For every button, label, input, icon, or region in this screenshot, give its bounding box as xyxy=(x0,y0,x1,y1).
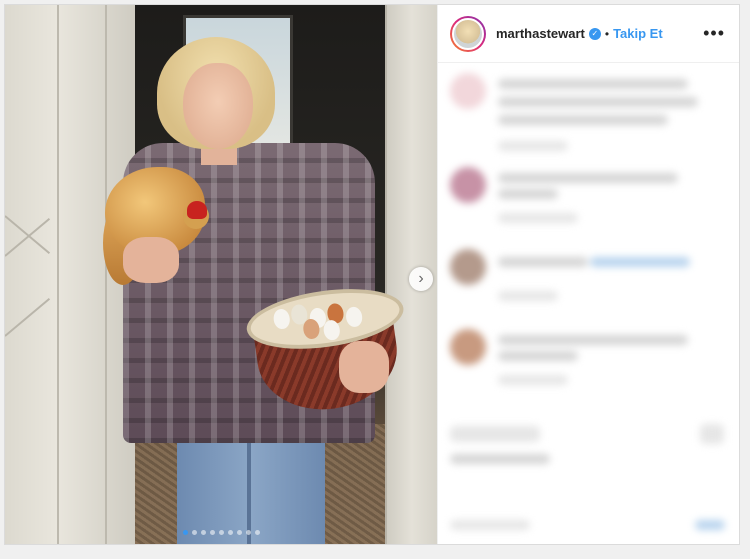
follow-button[interactable]: Takip Et xyxy=(613,26,663,41)
hen-comb xyxy=(187,201,207,219)
username-link[interactable]: marthastewart xyxy=(496,26,585,41)
list-item xyxy=(450,163,727,223)
hand-left xyxy=(123,237,179,283)
carousel-dot xyxy=(210,530,215,535)
post-actions xyxy=(450,418,727,478)
carousel-indicator xyxy=(183,530,260,535)
carousel-dot xyxy=(255,530,260,535)
more-options-icon[interactable]: ••• xyxy=(703,23,725,44)
list-item xyxy=(450,69,727,159)
avatar[interactable] xyxy=(450,15,486,52)
carousel-dot xyxy=(183,530,188,535)
post-media[interactable]: › xyxy=(5,5,437,544)
post-header: marthastewart ✓ • Takip Et ••• xyxy=(438,5,739,63)
carousel-dot xyxy=(246,530,251,535)
carousel-dot xyxy=(192,530,197,535)
hand-right xyxy=(339,341,389,393)
chevron-right-icon: › xyxy=(418,270,424,287)
carousel-dot xyxy=(219,530,224,535)
carousel-next-button[interactable]: › xyxy=(409,267,433,291)
comment-box xyxy=(450,508,727,548)
carousel-dot xyxy=(201,530,206,535)
blurred-comments xyxy=(438,63,739,544)
verified-badge-icon: ✓ xyxy=(588,27,601,40)
carousel-dot xyxy=(228,530,233,535)
carousel-dot xyxy=(237,530,242,535)
post-sidebar: marthastewart ✓ • Takip Et ••• xyxy=(437,5,739,544)
separator-dot: • xyxy=(604,26,610,41)
list-item xyxy=(450,245,727,305)
instagram-post: › marthastewart ✓ • Takip Et ••• xyxy=(4,4,740,545)
face xyxy=(183,63,253,149)
list-item xyxy=(450,325,727,385)
